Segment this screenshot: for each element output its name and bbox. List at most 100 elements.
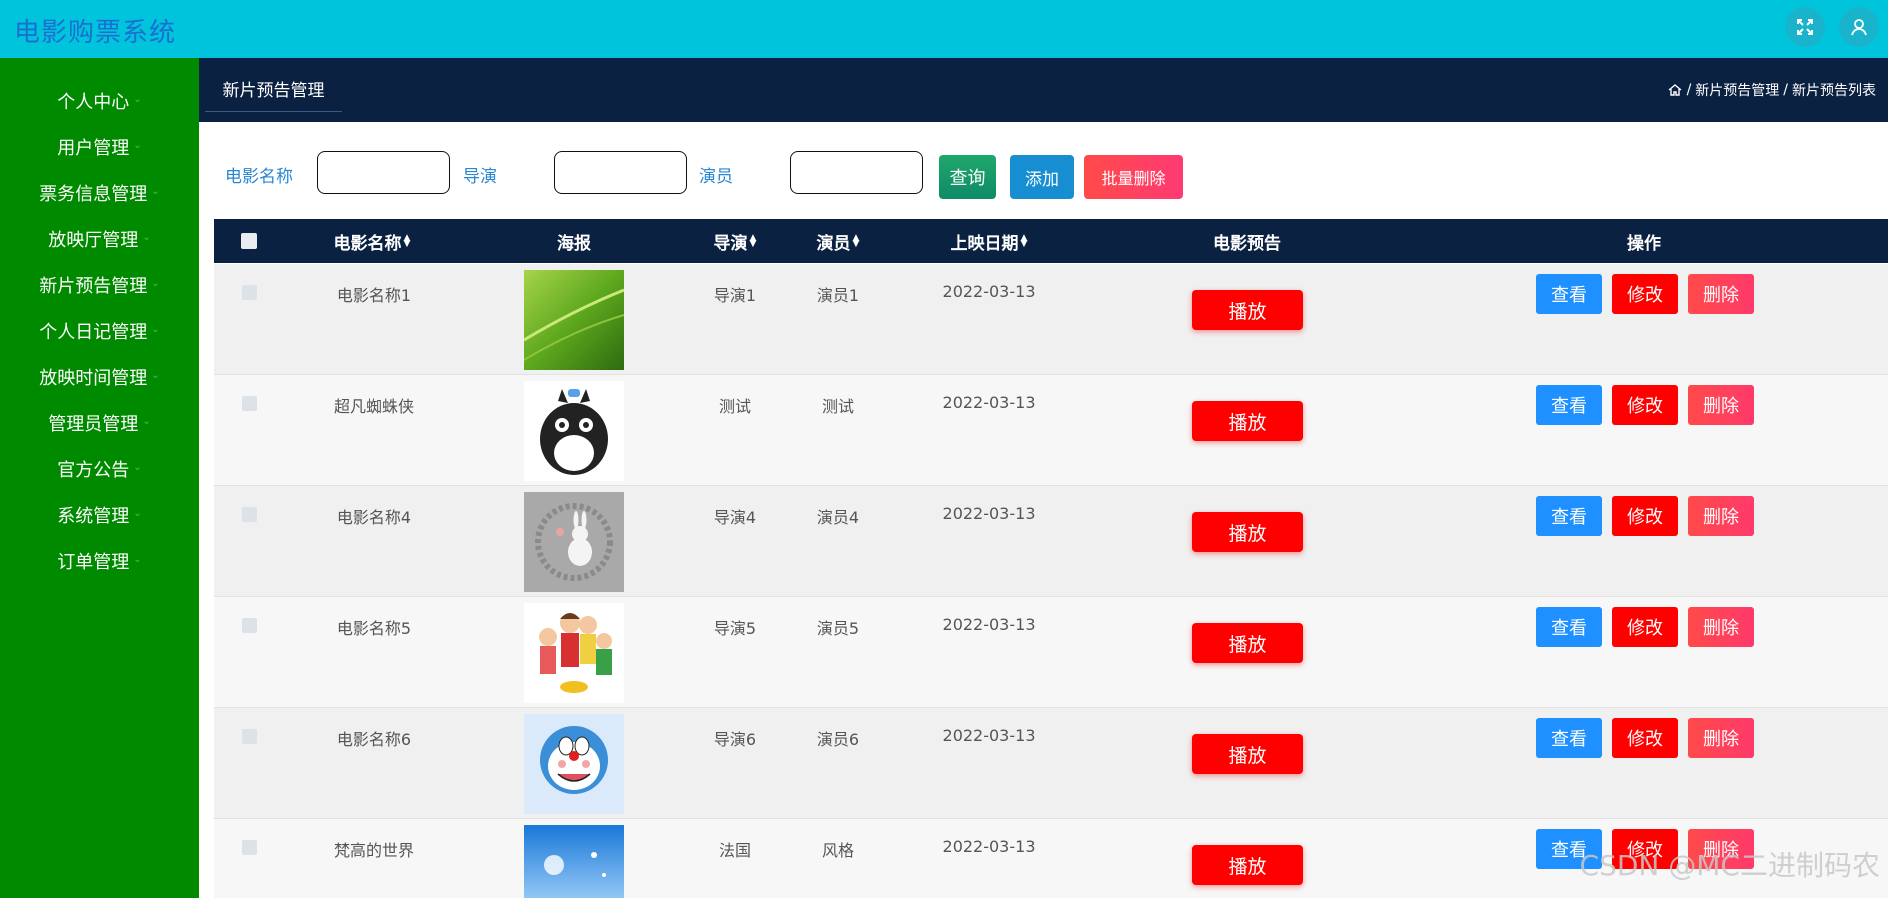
select-all-checkbox[interactable] (241, 233, 257, 249)
edit-button[interactable]: 修改 (1612, 718, 1678, 758)
row-checkbox[interactable] (242, 729, 257, 744)
row-checkbox[interactable] (242, 840, 257, 855)
play-button[interactable]: 播放 (1192, 401, 1303, 441)
row-checkbox[interactable] (242, 396, 257, 411)
sidebar-item-label: 系统管理 (57, 506, 130, 527)
col-header-name[interactable]: 电影名称 ▲ ▼ (334, 219, 411, 263)
col-header-label: 导演 (713, 233, 748, 254)
play-button[interactable]: 播放 (1192, 290, 1303, 330)
sidebar-item-tickets[interactable]: 票务信息管理 ⌄ (0, 173, 199, 213)
table-header: 电影名称 ▲ ▼ 海报 导演 ▲ ▼ 演员 ▲ ▼ 上映日期 ▲ ▼ 电影预告 操作 (214, 219, 1888, 263)
view-button[interactable]: 查看 (1536, 274, 1602, 314)
sidebar-item-label: 管理员管理 (48, 414, 139, 435)
row-checkbox[interactable] (242, 507, 257, 522)
cell-director: 法国 (718, 841, 752, 860)
edit-button[interactable]: 修改 (1612, 607, 1678, 647)
chevron-down-icon: ⌄ (151, 323, 160, 335)
col-header-date[interactable]: 上映日期 ▲ ▼ (951, 219, 1028, 263)
sort-icon: ▲ ▼ (852, 233, 860, 249)
top-bar: 电影购票系统 (0, 0, 1888, 58)
sidebar-item-label: 个人中心 (57, 92, 130, 113)
play-button[interactable]: 播放 (1192, 845, 1303, 885)
sidebar-item-admins[interactable]: 管理员管理 ⌄ (0, 403, 199, 443)
edit-button[interactable]: 修改 (1612, 274, 1678, 314)
edit-button[interactable]: 修改 (1612, 385, 1678, 425)
sidebar-item-diary[interactable]: 个人日记管理 ⌄ (0, 311, 199, 351)
sidebar-item-showtimes[interactable]: 放映时间管理 ⌄ (0, 357, 199, 397)
bulk-delete-button[interactable]: 批量删除 (1084, 155, 1183, 199)
table-row: 电影名称1 导演1 演员1 2022-03-13 播放 查看 修改 删除 (214, 264, 1888, 375)
cell-release-date: 2022-03-13 (942, 393, 1036, 412)
row-checkbox[interactable] (242, 618, 257, 633)
sidebar-item-label: 官方公告 (57, 460, 130, 481)
cell-release-date: 2022-03-13 (942, 837, 1036, 856)
director-input[interactable] (554, 151, 687, 194)
sidebar-item-announcements[interactable]: 官方公告 ⌄ (0, 449, 199, 489)
poster-image (524, 714, 624, 814)
cell-actor: 风格 (821, 841, 855, 860)
query-button[interactable]: 查询 (939, 155, 996, 199)
play-button[interactable]: 播放 (1192, 512, 1303, 552)
col-header-label: 海报 (557, 233, 591, 254)
chevron-down-icon: ⌄ (133, 139, 142, 151)
col-header-poster: 海报 (557, 219, 591, 263)
fullscreen-icon[interactable] (1785, 7, 1825, 47)
sidebar-item-halls[interactable]: 放映厅管理 ⌄ (0, 219, 199, 259)
sidebar-item-users[interactable]: 用户管理 ⌄ (0, 127, 199, 167)
cell-director: 导演5 (713, 619, 757, 638)
sidebar-item-label: 个人日记管理 (39, 322, 148, 343)
view-button[interactable]: 查看 (1536, 718, 1602, 758)
cell-release-date: 2022-03-13 (942, 504, 1036, 523)
cell-director: 导演1 (713, 286, 757, 305)
cell-director: 测试 (718, 397, 752, 416)
cell-movie-name: 梵高的世界 (333, 841, 415, 860)
chevron-down-icon: ⌄ (151, 277, 160, 289)
breadcrumb-separator: / (1783, 82, 1788, 98)
sidebar-item-system[interactable]: 系统管理 ⌄ (0, 495, 199, 535)
breadcrumb-item[interactable]: 新片预告管理 (1695, 80, 1779, 100)
chevron-down-icon: ⌄ (133, 553, 142, 565)
home-icon[interactable] (1667, 82, 1683, 98)
tab-trailer-management[interactable]: 新片预告管理 (205, 66, 342, 112)
view-button[interactable]: 查看 (1536, 385, 1602, 425)
delete-button[interactable]: 删除 (1688, 274, 1754, 314)
cell-director: 导演6 (713, 730, 757, 749)
sidebar-item-label: 放映厅管理 (48, 230, 139, 251)
movie-name-input[interactable] (317, 151, 450, 194)
play-button[interactable]: 播放 (1192, 734, 1303, 774)
cell-actor: 演员6 (816, 730, 860, 749)
delete-button[interactable]: 删除 (1688, 718, 1754, 758)
sidebar-item-label: 放映时间管理 (39, 368, 148, 389)
play-button[interactable]: 播放 (1192, 623, 1303, 663)
cell-release-date: 2022-03-13 (942, 615, 1036, 634)
col-header-actor[interactable]: 演员 ▲ ▼ (817, 219, 860, 263)
cell-movie-name: 电影名称4 (336, 508, 412, 527)
chevron-down-icon: ⌄ (151, 369, 160, 381)
edit-button[interactable]: 修改 (1612, 496, 1678, 536)
cell-movie-name: 超凡蜘蛛侠 (333, 397, 415, 416)
sort-icon: ▲ ▼ (1020, 233, 1028, 249)
col-header-label: 操作 (1627, 233, 1661, 254)
poster-image (524, 492, 624, 592)
sidebar-item-orders[interactable]: 订单管理 ⌄ (0, 541, 199, 581)
sidebar-item-personal-center[interactable]: 个人中心 ⌄ (0, 81, 199, 121)
view-button[interactable]: 查看 (1536, 496, 1602, 536)
delete-button[interactable]: 删除 (1688, 385, 1754, 425)
delete-button[interactable]: 删除 (1688, 496, 1754, 536)
col-header-director[interactable]: 导演 ▲ ▼ (714, 219, 757, 263)
poster-image (524, 381, 624, 481)
table-row: 超凡蜘蛛侠 测试 测试 2022-03-13 播放 查看 修改 删除 (214, 375, 1888, 486)
row-checkbox[interactable] (242, 285, 257, 300)
view-button[interactable]: 查看 (1536, 607, 1602, 647)
sidebar-item-label: 新片预告管理 (39, 276, 148, 297)
delete-button[interactable]: 删除 (1688, 607, 1754, 647)
sidebar-item-label: 用户管理 (57, 138, 130, 159)
add-button[interactable]: 添加 (1010, 155, 1074, 199)
sidebar-item-trailers[interactable]: 新片预告管理 ⌄ (0, 265, 199, 305)
watermark: CSDN @MC二进制码农 (1579, 849, 1880, 882)
actor-input[interactable] (790, 151, 923, 194)
col-header-label: 电影名称 (333, 233, 402, 254)
breadcrumb-item: 新片预告列表 (1792, 83, 1876, 99)
table-row: 电影名称4 导演4 演员4 2022-03-13 播放 查看 修改 删除 (214, 486, 1888, 597)
user-icon[interactable] (1839, 7, 1879, 47)
